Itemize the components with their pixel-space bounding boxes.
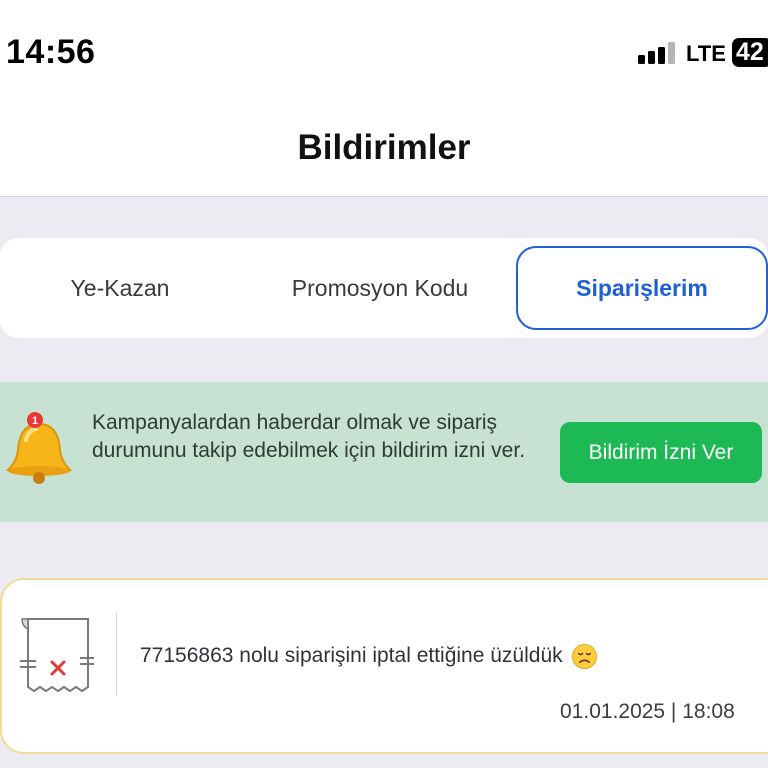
- bell-badge-count: 1: [32, 415, 38, 427]
- tab-siparislerim[interactable]: Siparişlerim: [516, 246, 768, 330]
- notification-message: 77156863 nolu siparişini iptal ettiğine …: [140, 643, 598, 670]
- battery-level: 42: [736, 38, 764, 66]
- notification-timestamp: 01.01.2025 | 18:08: [560, 700, 735, 723]
- card-divider: [116, 612, 117, 696]
- cellular-signal-icon: [638, 42, 678, 64]
- tab-ye-kazan[interactable]: Ye-Kazan: [0, 238, 240, 338]
- grant-permission-button[interactable]: Bildirim İzni Ver: [560, 422, 762, 483]
- status-bar: 14:56 LTE 42: [0, 0, 768, 100]
- tab-promosyon-kodu[interactable]: Promosyon Kodu: [250, 238, 510, 338]
- disappointed-face-icon: [571, 643, 597, 670]
- bell-notification-icon: 1: [6, 412, 72, 484]
- permission-message: Kampanyalardan haberdar olmak ve sipariş…: [92, 411, 526, 462]
- page-title: Bildirimler: [297, 128, 471, 167]
- notification-text: 77156863 nolu siparişini iptal ettiğine …: [140, 644, 563, 668]
- status-time: 14:56: [6, 33, 96, 71]
- tab-bar: Ye-Kazan Promosyon Kodu Siparişlerim: [0, 238, 768, 338]
- nav-header: Bildirimler: [0, 100, 768, 197]
- battery-icon: 42: [732, 38, 768, 67]
- network-type: LTE: [686, 41, 726, 66]
- cancelled-receipt-icon: [20, 618, 94, 693]
